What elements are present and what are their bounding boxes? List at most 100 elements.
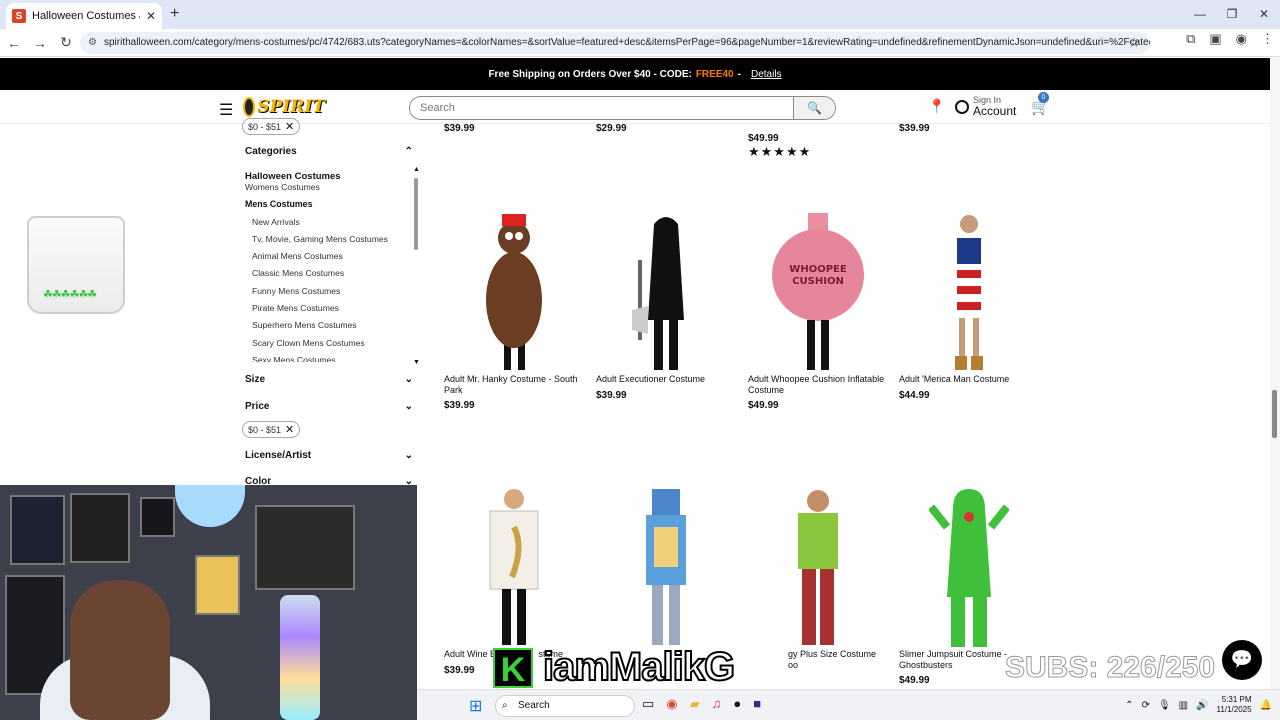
category-scrollbar[interactable]: ▲ ▼ <box>413 166 420 366</box>
scroll-down-icon[interactable]: ▼ <box>413 359 420 366</box>
category-item[interactable]: New Arrivals <box>245 216 415 233</box>
product-name[interactable]: gy Plus Size Costume oo <box>788 649 888 670</box>
spirit-favicon-icon: S <box>12 9 26 23</box>
product-image[interactable] <box>596 210 736 374</box>
menu-icon[interactable]: ☰ <box>219 100 233 120</box>
remove-filter-icon[interactable]: ✕ <box>285 423 294 436</box>
restore-icon[interactable]: ❐ <box>1216 0 1248 29</box>
category-item[interactable]: Scary Clown Mens Costumes <box>245 337 415 354</box>
page-scrollbar[interactable] <box>1270 58 1280 689</box>
license-filter-header[interactable]: License/Artist ⌄ <box>245 450 413 461</box>
notifications-icon[interactable]: 🔔 <box>1260 700 1272 711</box>
task-view-icon[interactable]: ▭ <box>642 696 654 712</box>
volume-icon[interactable]: 🔊 <box>1196 700 1208 711</box>
windows-start-icon[interactable]: ⊞ <box>469 696 482 716</box>
category-item[interactable]: Pirate Mens Costumes <box>245 302 415 319</box>
categories-header[interactable]: Categories ⌃ <box>245 146 413 157</box>
scroll-thumb[interactable] <box>414 178 418 250</box>
extensions-icon[interactable]: ⧉ <box>1186 31 1195 47</box>
product-name[interactable]: Adult Executioner Costume <box>596 374 736 385</box>
search-input[interactable] <box>410 97 794 119</box>
address-bar-row: ← → ↻ ⚙ spirithalloween.com/category/men… <box>0 29 1280 57</box>
chat-icon[interactable]: 💬 <box>1222 640 1262 680</box>
search-button[interactable]: 🔍 <box>793 97 835 119</box>
account-label: Account <box>973 104 1017 118</box>
mic-icon[interactable]: 🎙 <box>1158 700 1171 711</box>
product-price: $49.99 <box>748 133 779 144</box>
price-filter-header[interactable]: Price ⌄ <box>245 401 413 412</box>
taskbar-clock[interactable]: 5:31 PM 11/1/2025 <box>1217 695 1252 715</box>
new-tab-icon[interactable]: + <box>170 5 179 23</box>
back-icon[interactable]: ← <box>2 35 26 51</box>
product-image[interactable] <box>899 210 1039 374</box>
category-item[interactable]: Funny Mens Costumes <box>245 285 415 302</box>
scroll-up-icon[interactable]: ▲ <box>413 166 420 173</box>
page-scroll-thumb[interactable] <box>1272 390 1277 438</box>
sidepanel-icon[interactable]: ▣ <box>1209 31 1221 47</box>
category-item[interactable]: Classic Mens Costumes <box>245 267 415 284</box>
size-filter-header[interactable]: Size ⌄ <box>245 374 413 385</box>
chrome-icon[interactable]: ◉ <box>666 696 677 712</box>
promo-separator: - <box>737 68 741 80</box>
product-name[interactable]: Adult Whoopee Cushion Inflatable Costume <box>748 374 888 395</box>
poster-image <box>255 505 355 590</box>
promo-details-link[interactable]: Details <box>751 69 782 80</box>
product-price: $49.99 <box>748 400 779 411</box>
clover-icon: ☘☘☘☘☘☘ <box>43 289 97 301</box>
premiere-icon[interactable]: ■ <box>753 696 761 712</box>
poster-image <box>140 497 175 537</box>
product-image[interactable] <box>444 487 584 649</box>
kebab-menu-icon[interactable]: ⋮ <box>1261 31 1274 47</box>
product-name[interactable]: Adult Mr. Hanky Costume - South Park <box>444 374 584 395</box>
cart-icon[interactable]: 🛒 0 <box>1031 92 1050 116</box>
music-app-icon[interactable]: ♫ <box>712 696 722 712</box>
obs-icon[interactable]: ● <box>733 696 741 712</box>
cart-count-badge: 0 <box>1038 92 1049 103</box>
category-item[interactable]: Mens Costumes <box>245 198 415 215</box>
product-card[interactable]: Adult 'Merica Man Costume $44.99 <box>899 210 1039 401</box>
filter-sidebar: $0 - $51 ✕ Categories ⌃ Halloween Costumes… <box>240 118 420 494</box>
product-image[interactable] <box>899 487 1039 649</box>
product-card[interactable]: WHOOPEE CUSHION Adult Whoopee Cushion Inf… <box>748 210 888 411</box>
file-explorer-icon[interactable]: ▰ <box>690 696 700 712</box>
network-icon[interactable]: ▥ <box>1179 700 1188 711</box>
product-image[interactable] <box>748 487 888 649</box>
tray-chevron-icon[interactable]: ⌃ <box>1125 700 1133 711</box>
taskbar-search[interactable]: ⌕ Search <box>495 695 635 717</box>
category-item[interactable]: Animal Mens Costumes <box>245 250 415 267</box>
product-card[interactable]: gy Plus Size Costume oo <box>748 487 888 670</box>
poster-image <box>10 495 65 565</box>
url-field[interactable]: ⚙ spirithalloween.com/category/mens-cost… <box>80 32 1150 54</box>
product-card[interactable]: Adult Mr. Hanky Costume - South Park $39… <box>444 210 584 411</box>
price-filter-chip[interactable]: $0 - $51 ✕ <box>242 421 301 438</box>
site-info-icon[interactable]: ⚙ <box>88 32 97 54</box>
product-image[interactable] <box>596 487 736 649</box>
category-item[interactable]: Sexy Mens Costumes <box>245 354 415 362</box>
browser-tab[interactable]: S Halloween Costumes & Ideas f ✕ <box>6 3 162 29</box>
tray-app-icon[interactable]: ⟳ <box>1142 700 1150 711</box>
category-item[interactable]: Womens Costumes <box>245 181 415 198</box>
profile-icon[interactable]: ◉ <box>1236 31 1247 47</box>
streamer-name: iamMalikG <box>542 644 736 690</box>
spirit-logo[interactable]: SPIRIT <box>243 96 325 118</box>
location-pin-icon[interactable]: 📍 <box>928 98 945 115</box>
reload-icon[interactable]: ↻ <box>54 34 78 51</box>
close-tab-icon[interactable]: ✕ <box>146 9 156 23</box>
product-image[interactable]: WHOOPEE CUSHION <box>748 210 888 374</box>
product-card[interactable] <box>596 487 736 649</box>
bookmark-star-icon[interactable]: ☆ <box>1128 32 1140 54</box>
chip-label: $0 - $51 <box>248 424 282 435</box>
chevron-down-icon: ⌄ <box>404 450 413 461</box>
price-filter-chip-top[interactable]: $0 - $51 ✕ <box>242 118 301 135</box>
product-image[interactable] <box>444 210 584 374</box>
ad-glass-image[interactable]: ☘☘☘☘☘☘ <box>27 216 125 314</box>
category-item[interactable]: Tv, Movie, Gaming Mens Costumes <box>245 233 415 250</box>
remove-filter-icon[interactable]: ✕ <box>285 120 294 133</box>
product-card[interactable]: Adult Executioner Costume $39.99 <box>596 210 736 401</box>
close-window-icon[interactable]: ✕ <box>1248 0 1280 29</box>
forward-icon[interactable]: → <box>28 35 52 51</box>
minimize-icon[interactable]: — <box>1184 0 1216 29</box>
product-name[interactable]: Adult 'Merica Man Costume <box>899 374 1039 385</box>
account-link[interactable]: Sign In Account <box>955 96 1016 117</box>
category-item[interactable]: Superhero Mens Costumes <box>245 319 415 336</box>
